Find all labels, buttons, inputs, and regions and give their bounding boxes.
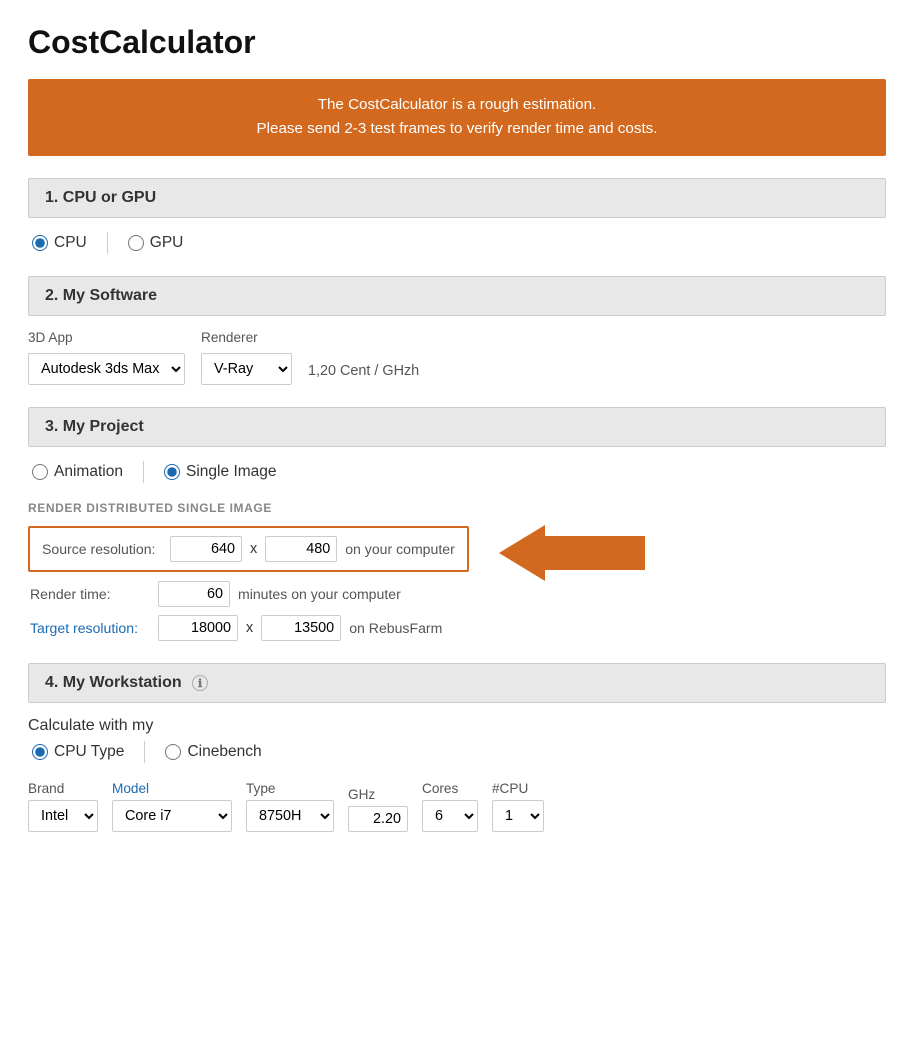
cores-select[interactable]: 6 4 8 12 [422,800,478,832]
source-x-input[interactable] [170,536,242,562]
ghz-col: GHz [348,787,408,832]
animation-option[interactable]: Animation [32,463,123,481]
section-cpu-gpu: 1. CPU or GPU CPU GPU [28,178,886,254]
animation-label: Animation [54,463,123,481]
render-time-input[interactable] [158,581,230,607]
info-icon[interactable]: ℹ [192,675,208,691]
cpu-option[interactable]: CPU [32,234,87,252]
banner-line1: The CostCalculator is a rough estimation… [48,93,866,117]
single-image-radio[interactable] [164,464,180,480]
cpu-type-label: CPU Type [54,743,124,761]
section1-header: 1. CPU or GPU [28,178,886,218]
single-image-option[interactable]: Single Image [164,463,277,481]
renderer-label: Renderer [201,330,292,345]
section4-title: 4. My Workstation [45,674,182,691]
type-col: Type 8750H 9700K 10900K 12700K [246,781,334,832]
page-title: CostCalculator [28,24,886,61]
type-label: Type [246,781,334,796]
target-resolution-row: Target resolution: x on RebusFarm [28,615,886,641]
type-select[interactable]: 8750H 9700K 10900K 12700K [246,800,334,832]
section-workstation: 4. My Workstation ℹ Calculate with my CP… [28,663,886,832]
ghz-label: GHz [348,787,408,802]
project-radio-group: Animation Single Image [28,461,886,483]
x-label2: x [246,620,253,636]
cinebench-option[interactable]: Cinebench [165,743,261,761]
brand-select[interactable]: Intel AMD [28,800,98,832]
calc-label-text: Calculate with my [28,717,153,734]
gpu-radio[interactable] [128,235,144,251]
app-select[interactable]: Autodesk 3ds Max Blender Cinema 4D Maya … [28,353,185,385]
arrow-head [499,525,545,581]
model-label: Model [112,781,232,796]
cpu-gpu-radio-group: CPU GPU [28,232,886,254]
section-project: 3. My Project Animation Single Image REN… [28,407,886,641]
price-label: 1,20 Cent / GHzh [308,363,419,385]
radio-divider [107,232,108,254]
source-y-input[interactable] [265,536,337,562]
gpu-option[interactable]: GPU [128,234,184,252]
alert-banner: The CostCalculator is a rough estimation… [28,79,886,156]
radio-divider3 [144,741,145,763]
app-group: 3D App Autodesk 3ds Max Blender Cinema 4… [28,330,185,385]
render-label: Render time: [30,586,150,602]
section3-header: 3. My Project [28,407,886,447]
cpu-label: CPU [54,234,87,252]
brand-label: Brand [28,781,98,796]
cpu-count-col: #CPU 1 2 3 4 [492,781,544,832]
animation-radio[interactable] [32,464,48,480]
banner-line2: Please send 2-3 test frames to verify re… [48,117,866,141]
brand-col: Brand Intel AMD [28,781,98,832]
arrow-body [545,536,645,570]
cinebench-label: Cinebench [187,743,261,761]
cpu-type-radio[interactable] [32,744,48,760]
target-y-input[interactable] [261,615,341,641]
single-image-label: Single Image [186,463,277,481]
target-x-input[interactable] [158,615,238,641]
arrow-shape [499,525,645,581]
workstation-radio-group: CPU Type Cinebench [28,741,886,763]
render-suffix: minutes on your computer [238,586,401,602]
source-resolution-wrapper: Source resolution: x on your computer [28,525,886,581]
section4-header: 4. My Workstation ℹ [28,663,886,703]
calc-with-label: Calculate with my [28,717,886,735]
software-form-row: 3D App Autodesk 3ds Max Blender Cinema 4… [28,330,886,385]
source-suffix: on your computer [345,541,455,557]
section-software: 2. My Software 3D App Autodesk 3ds Max B… [28,276,886,385]
render-time-row: Render time: minutes on your computer [28,581,886,607]
model-select[interactable]: Core i7 Core i5 Core i9 Xeon [112,800,232,832]
source-label: Source resolution: [42,541,162,557]
renderer-select[interactable]: V-Ray Arnold Redshift Corona [201,353,292,385]
sub-section-label: RENDER DISTRIBUTED SINGLE IMAGE [28,501,886,515]
model-col: Model Core i7 Core i5 Core i9 Xeon [112,781,232,832]
target-label: Target resolution: [30,620,150,636]
source-resolution-row: Source resolution: x on your computer [28,526,469,572]
cinebench-radio[interactable] [165,744,181,760]
cores-col: Cores 6 4 8 12 [422,781,478,832]
renderer-group: Renderer V-Ray Arnold Redshift Corona [201,330,292,385]
ghz-input[interactable] [348,806,408,832]
section2-header: 2. My Software [28,276,886,316]
x-label1: x [250,541,257,557]
target-suffix: on RebusFarm [349,620,442,636]
gpu-label: GPU [150,234,184,252]
cpu-count-select[interactable]: 1 2 3 4 [492,800,544,832]
brand-row: Brand Intel AMD Model Core i7 Core i5 Co… [28,781,886,832]
radio-divider2 [143,461,144,483]
cpu-type-option[interactable]: CPU Type [32,743,124,761]
cores-label: Cores [422,781,478,796]
arrow-container [499,525,645,581]
app-label: 3D App [28,330,185,345]
cpu-count-label: #CPU [492,781,544,796]
cpu-radio[interactable] [32,235,48,251]
